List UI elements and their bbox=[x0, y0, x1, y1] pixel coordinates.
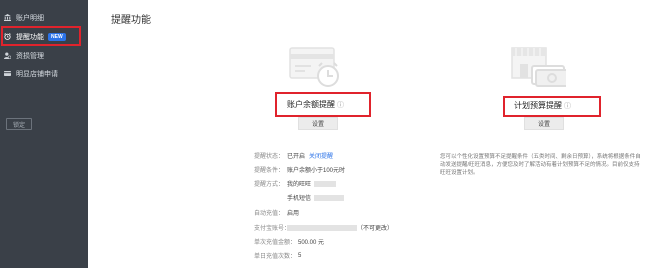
balance-reminder-illustration-icon bbox=[289, 47, 339, 87]
balance-reminder-title: 账户余额提醒 ⓘ bbox=[287, 100, 344, 109]
auto-recharge-row: 自动充值： 启用 bbox=[254, 211, 300, 217]
sidebar-item-account-details[interactable]: 账户明细 bbox=[0, 10, 88, 25]
condition-row: 提醒条件： 账户余额小于100元时 bbox=[254, 168, 346, 174]
sidebar: 账户明细 提醒功能 NEW 资损管理 明显店铺申请 锁定 bbox=[0, 0, 88, 268]
balance-reminder-details: 提醒状态： 已开启 关闭提醒 提醒条件： 账户余额小于100元时 提醒方式： 我… bbox=[254, 151, 434, 266]
lock-button[interactable]: 锁定 bbox=[6, 118, 32, 130]
budget-reminder-title: 计划预算提醒 ⓘ bbox=[514, 101, 571, 110]
page-title: 提醒功能 bbox=[111, 15, 151, 26]
budget-reminder-description: 您可以个性化设置预算不足提醒条件（五类时间、剩余日预算），系统将根据条件自动发送… bbox=[440, 154, 641, 176]
user-money-icon bbox=[4, 52, 11, 59]
sidebar-item-fund-management[interactable]: 资损管理 bbox=[0, 48, 88, 63]
info-icon[interactable]: ⓘ bbox=[337, 102, 344, 109]
card-icon bbox=[4, 70, 11, 77]
info-icon[interactable]: ⓘ bbox=[564, 103, 571, 110]
budget-reminder-illustration-icon bbox=[511, 47, 566, 87]
sidebar-item-store-application[interactable]: 明显店铺申请 bbox=[0, 66, 88, 81]
balance-settings-button[interactable]: 设置 bbox=[298, 117, 338, 130]
status-row: 提醒状态： 已开启 关闭提醒 bbox=[254, 151, 333, 160]
redacted-value bbox=[314, 180, 337, 187]
pay-account-row: 支付宝账号： （不可更改） bbox=[254, 224, 394, 232]
daily-count-row: 单日充值次数： 5 bbox=[254, 252, 302, 261]
method-row-sms: 手机短信 bbox=[254, 193, 345, 202]
sidebar-item-label: 资损管理 bbox=[16, 52, 44, 60]
redacted-value bbox=[287, 224, 357, 231]
redacted-value bbox=[314, 194, 345, 201]
sidebar-item-label: 账户明细 bbox=[16, 14, 44, 22]
disable-reminder-link[interactable]: 关闭提醒 bbox=[309, 151, 333, 160]
bank-icon bbox=[4, 14, 11, 21]
budget-settings-button[interactable]: 设置 bbox=[524, 117, 564, 130]
method-row-wangwang: 提醒方式： 我的旺旺 bbox=[254, 179, 337, 188]
single-amount-row: 单次充值金额： 500.00 元 bbox=[254, 240, 325, 246]
sidebar-item-label: 明显店铺申请 bbox=[16, 70, 58, 78]
active-item-highlight bbox=[1, 26, 81, 46]
